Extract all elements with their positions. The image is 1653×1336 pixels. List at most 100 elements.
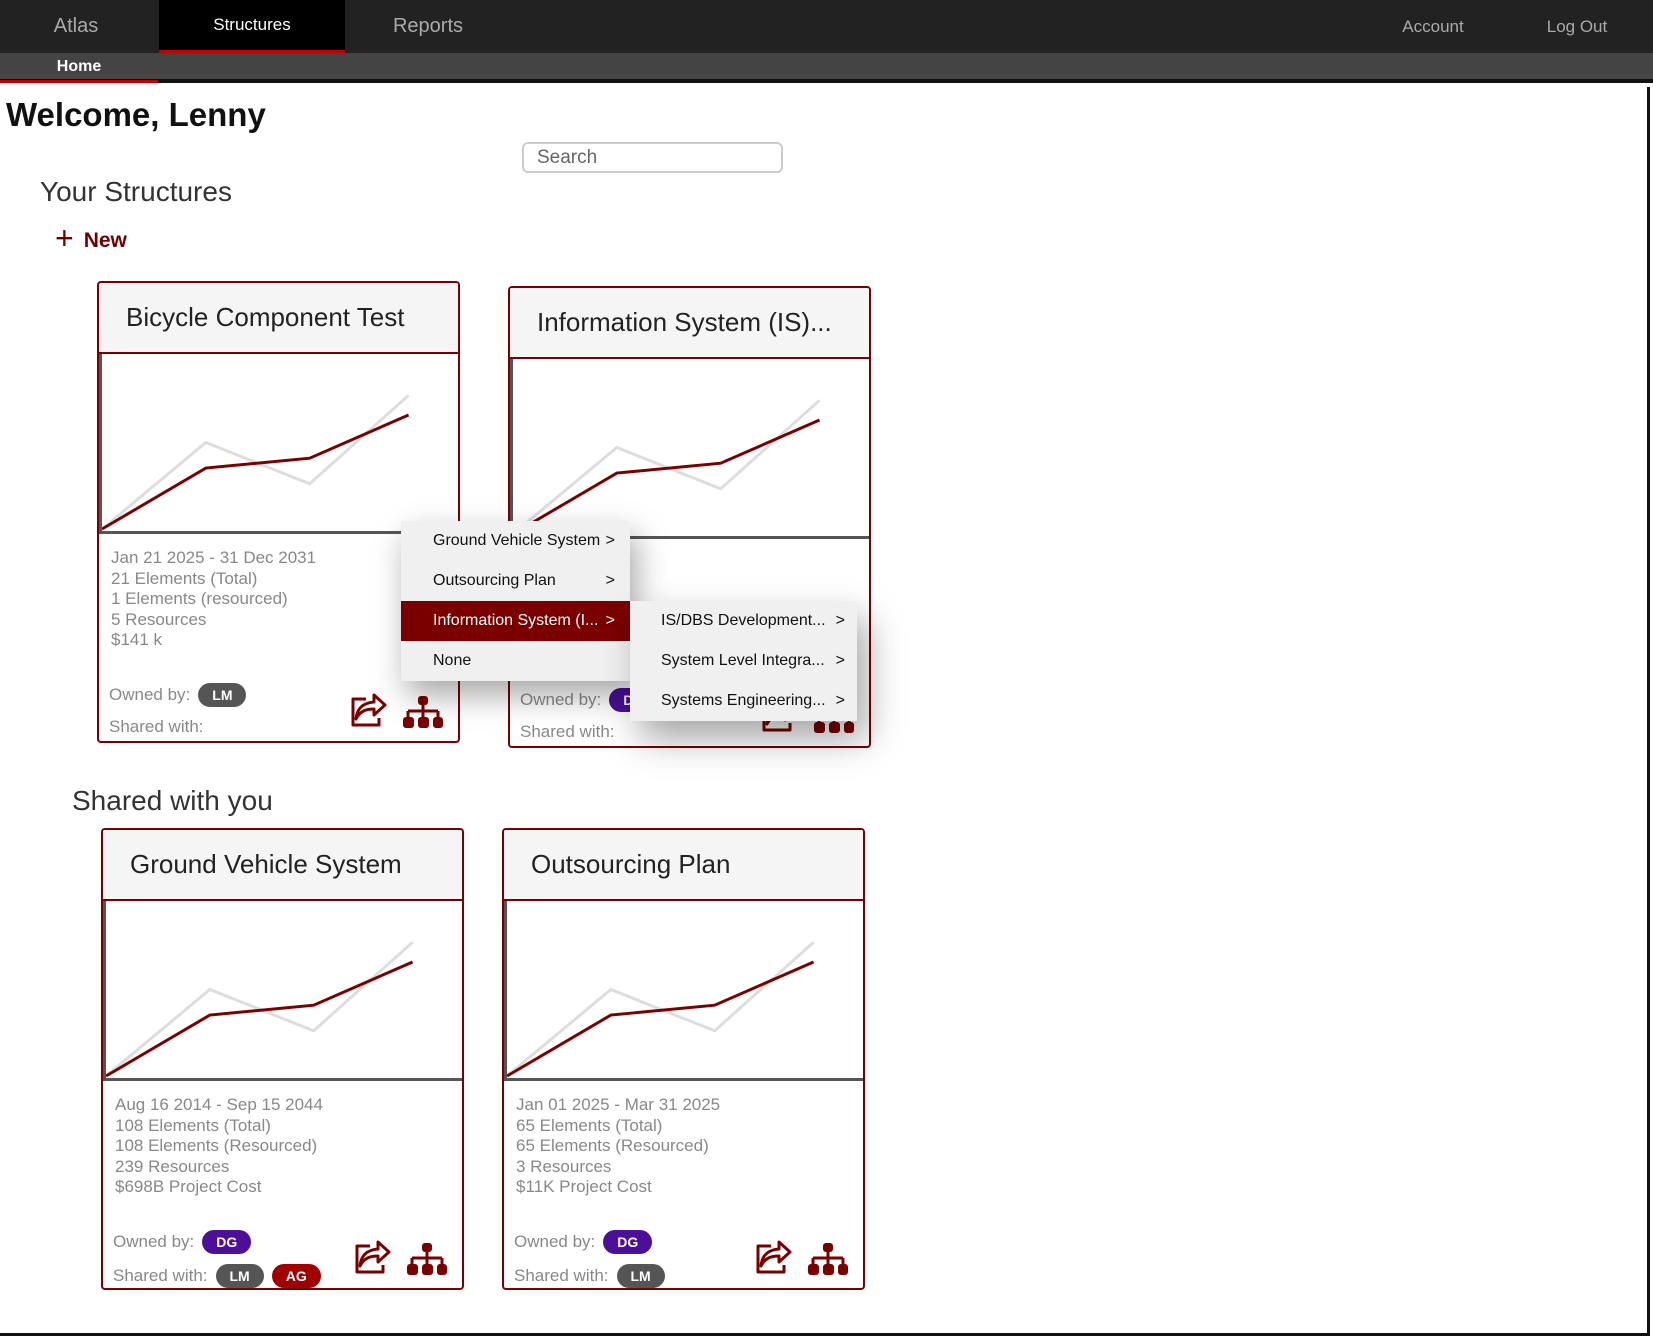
trend-line-actual: [513, 418, 821, 536]
card-stat: Aug 16 2014 - Sep 15 2044: [115, 1095, 323, 1114]
top-nav: Atlas Structures Reports Account Log Out: [0, 0, 1653, 53]
owned-by-label: Owned by:: [109, 685, 191, 704]
new-structure-button[interactable]: + New: [55, 222, 127, 254]
shared-with-label: Shared with:: [113, 1266, 208, 1285]
card-stat: $11K Project Cost: [516, 1177, 652, 1196]
page-title: Welcome, Lenny: [6, 96, 266, 133]
card-stat: 65 Elements (Total): [516, 1115, 663, 1135]
owned-by: Owned by: DG: [113, 1230, 252, 1254]
card-title[interactable]: Bicycle Component Test: [99, 283, 458, 354]
trend-line-actual: [507, 960, 815, 1078]
card-stat: 21 Elements (Total): [111, 568, 258, 588]
share-icon[interactable]: [352, 1238, 392, 1276]
card-stat: 3 Resources: [516, 1156, 612, 1176]
shared-with: Shared with: LM: [514, 1264, 665, 1288]
structure-card[interactable]: Outsourcing Plan Jan 01 2025 - Mar 31 20…: [502, 828, 865, 1290]
card-stat: 65 Elements (Resourced): [516, 1136, 709, 1155]
shared-with-you-heading: Shared with you: [72, 785, 273, 816]
ctx-item-label: Outsourcing Plan: [433, 572, 556, 589]
owner-badge[interactable]: DG: [202, 1230, 252, 1254]
nav-reports[interactable]: Reports: [352, 0, 504, 53]
context-menu: Ground Vehicle System > Outsourcing Plan…: [401, 521, 630, 681]
chevron-right-icon: >: [605, 572, 615, 589]
card-trend-chart: [504, 901, 863, 1081]
shared-with-label: Shared with:: [520, 722, 615, 741]
ctx-item-label: None: [433, 652, 472, 669]
nav-logout[interactable]: Log Out: [1512, 0, 1642, 53]
ctx-item-label: Information System (I...: [433, 612, 599, 629]
owner-badge[interactable]: LM: [198, 683, 247, 707]
share-icon[interactable]: [753, 1238, 793, 1276]
chevron-right-icon: >: [835, 612, 845, 629]
share-icon[interactable]: [348, 691, 388, 729]
owner-badge[interactable]: DG: [603, 1230, 653, 1254]
nav-structures[interactable]: Structures: [159, 0, 345, 53]
card-stat: $698B Project Cost: [115, 1177, 262, 1196]
hierarchy-icon[interactable]: [402, 695, 444, 729]
hierarchy-icon[interactable]: [807, 1242, 849, 1276]
ctx-item-outsourcing[interactable]: Outsourcing Plan >: [401, 561, 630, 601]
ctx-item-ground-vehicle[interactable]: Ground Vehicle System >: [401, 521, 630, 561]
card-stat: 239 Resources: [115, 1156, 230, 1176]
ctx-item-none[interactable]: None: [401, 641, 630, 681]
submenu-item-system-level[interactable]: System Level Integra... >: [630, 641, 857, 681]
chevron-right-icon: >: [835, 692, 845, 709]
owned-by-label: Owned by:: [514, 1232, 596, 1251]
card-title[interactable]: Information System (IS)...: [510, 288, 869, 359]
context-submenu: IS/DBS Development... > System Level Int…: [630, 601, 857, 721]
card-stat: 5 Resources: [111, 609, 207, 629]
card-actions: [348, 691, 444, 729]
card-stats: Jan 01 2025 - Mar 31 2025 65 Elements (To…: [516, 1095, 720, 1198]
hierarchy-icon[interactable]: [406, 1242, 448, 1276]
chevron-right-icon: >: [605, 532, 615, 549]
card-stat: 108 Elements (Resourced): [115, 1136, 318, 1155]
nav-account[interactable]: Account: [1362, 0, 1504, 53]
shared-user-badge[interactable]: LM: [215, 1264, 264, 1288]
owned-by-label: Owned by:: [113, 1232, 195, 1251]
tab-home[interactable]: Home: [0, 53, 158, 83]
card-trend-chart: [103, 901, 462, 1081]
owned-by: Owned by: DG: [514, 1230, 653, 1254]
submenu-item-label: IS/DBS Development...: [661, 612, 826, 629]
shared-with: Shared with:: [520, 722, 615, 742]
submenu-item-label: Systems Engineering...: [661, 692, 826, 709]
chevron-right-icon: >: [605, 612, 615, 629]
shared-with: Shared with: LM AG: [113, 1264, 321, 1288]
shared-user-badge[interactable]: LM: [616, 1264, 665, 1288]
card-stats: Jan 21 2025 - 31 Dec 2031 21 Elements (To…: [111, 548, 316, 651]
card-stat: Jan 21 2025 - 31 Dec 2031: [111, 548, 317, 567]
card-title[interactable]: Ground Vehicle System: [103, 830, 462, 901]
structure-card[interactable]: Ground Vehicle System Aug 16 2014 - Sep …: [101, 828, 464, 1290]
shared-with-label: Shared with:: [514, 1266, 609, 1285]
your-structures-heading: Your Structures: [40, 176, 232, 207]
card-actions: [352, 1238, 448, 1276]
trend-line-actual: [106, 960, 414, 1078]
card-title[interactable]: Outsourcing Plan: [504, 830, 863, 901]
card-stats: Aug 16 2014 - Sep 15 2044 108 Elements (T…: [115, 1095, 323, 1198]
submenu-item-isdbs[interactable]: IS/DBS Development... >: [630, 601, 857, 641]
owned-by: Owned by: LM: [109, 683, 247, 707]
card-trend-chart: [99, 354, 458, 534]
shared-user-badge[interactable]: AG: [271, 1264, 321, 1288]
new-button-label: New: [83, 229, 127, 252]
chevron-right-icon: >: [835, 652, 845, 669]
ctx-item-label: Ground Vehicle System: [433, 532, 601, 549]
card-stat: Jan 01 2025 - Mar 31 2025: [516, 1095, 721, 1114]
search-input[interactable]: [522, 142, 783, 173]
shared-with: Shared with:: [109, 717, 204, 737]
card-actions: [753, 1238, 849, 1276]
owned-by-label: Owned by:: [520, 690, 602, 709]
card-stat: 1 Elements (resourced): [111, 589, 288, 608]
owned-by: Owned by: D: [520, 688, 648, 712]
card-stat: $141 k: [111, 630, 163, 649]
nav-atlas[interactable]: Atlas: [0, 0, 152, 53]
submenu-item-systems-eng[interactable]: Systems Engineering... >: [630, 681, 857, 721]
plus-icon: +: [55, 220, 74, 256]
shared-with-label: Shared with:: [109, 717, 204, 736]
card-trend-chart: [510, 359, 869, 539]
card-stat: 108 Elements (Total): [115, 1115, 271, 1135]
sub-nav: Home: [0, 53, 1653, 83]
submenu-item-label: System Level Integra...: [661, 652, 825, 669]
trend-line-actual: [102, 413, 410, 531]
ctx-item-information-system[interactable]: Information System (I... >: [401, 601, 630, 641]
